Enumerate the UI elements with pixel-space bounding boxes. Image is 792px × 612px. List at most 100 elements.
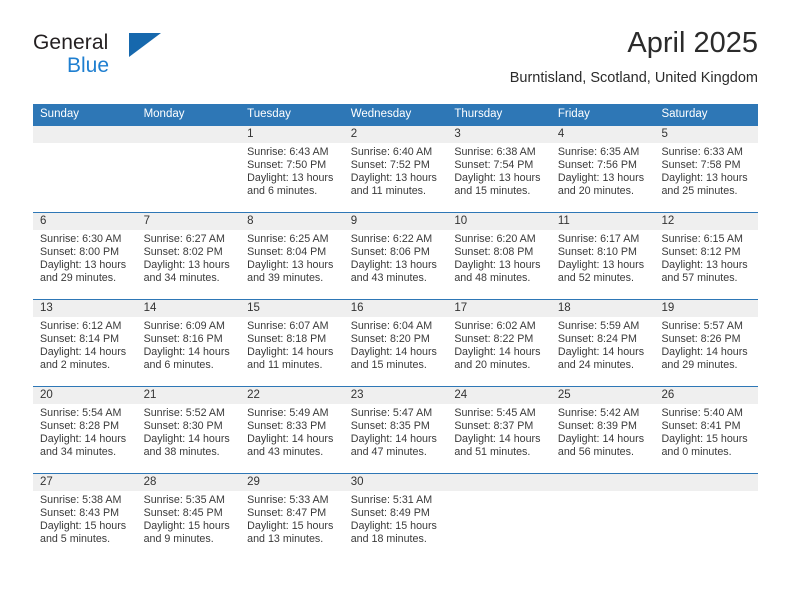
day-cell[interactable]: Sunrise: 6:27 AM Sunset: 8:02 PM Dayligh… bbox=[137, 230, 241, 299]
day-number[interactable]: 22 bbox=[240, 387, 344, 404]
day-cell[interactable]: Sunrise: 5:54 AM Sunset: 8:28 PM Dayligh… bbox=[33, 404, 137, 473]
day-cell[interactable] bbox=[551, 491, 655, 560]
daylight-text-line1: Daylight: 13 hours bbox=[661, 172, 748, 185]
sunset-text: Sunset: 8:14 PM bbox=[40, 333, 120, 346]
calendar-week-row: 1 2 3 4 5 Sunrise: 6:43 AM Sunset: 7:50 … bbox=[33, 125, 758, 212]
daylight-text-line2: and 38 minutes. bbox=[143, 446, 220, 459]
date-number-band: 6 7 8 9 10 11 12 bbox=[33, 213, 758, 230]
day-number[interactable]: 28 bbox=[137, 474, 241, 491]
day-number[interactable]: 25 bbox=[551, 387, 655, 404]
day-number[interactable]: 7 bbox=[137, 213, 241, 230]
day-cell[interactable]: Sunrise: 6:30 AM Sunset: 8:00 PM Dayligh… bbox=[33, 230, 137, 299]
day-cell[interactable]: Sunrise: 6:25 AM Sunset: 8:04 PM Dayligh… bbox=[240, 230, 344, 299]
day-number[interactable]: 2 bbox=[344, 126, 448, 143]
day-cell[interactable]: Sunrise: 6:20 AM Sunset: 8:08 PM Dayligh… bbox=[447, 230, 551, 299]
day-cell[interactable]: Sunrise: 5:52 AM Sunset: 8:30 PM Dayligh… bbox=[137, 404, 241, 473]
day-cell[interactable]: Sunrise: 6:35 AM Sunset: 7:56 PM Dayligh… bbox=[551, 143, 655, 212]
day-number[interactable]: 24 bbox=[447, 387, 551, 404]
general-blue-logo[interactable]: General Blue bbox=[33, 32, 223, 82]
day-number[interactable]: 16 bbox=[344, 300, 448, 317]
day-number[interactable]: 10 bbox=[447, 213, 551, 230]
day-cell[interactable]: Sunrise: 5:45 AM Sunset: 8:37 PM Dayligh… bbox=[447, 404, 551, 473]
day-number[interactable]: 20 bbox=[33, 387, 137, 404]
day-number[interactable] bbox=[33, 126, 137, 143]
day-cell[interactable]: Sunrise: 5:40 AM Sunset: 8:41 PM Dayligh… bbox=[654, 404, 758, 473]
day-cell[interactable]: Sunrise: 6:17 AM Sunset: 8:10 PM Dayligh… bbox=[551, 230, 655, 299]
day-number[interactable]: 13 bbox=[33, 300, 137, 317]
day-cell[interactable]: Sunrise: 6:33 AM Sunset: 7:58 PM Dayligh… bbox=[654, 143, 758, 212]
day-cell[interactable] bbox=[654, 491, 758, 560]
day-cell[interactable]: Sunrise: 6:22 AM Sunset: 8:06 PM Dayligh… bbox=[344, 230, 448, 299]
daylight-text-line1: Daylight: 15 hours bbox=[143, 520, 230, 533]
daylight-text-line1: Daylight: 15 hours bbox=[247, 520, 334, 533]
day-cell[interactable]: Sunrise: 6:43 AM Sunset: 7:50 PM Dayligh… bbox=[240, 143, 344, 212]
day-cell[interactable]: Sunrise: 5:59 AM Sunset: 8:24 PM Dayligh… bbox=[551, 317, 655, 386]
day-number[interactable] bbox=[551, 474, 655, 491]
day-number[interactable]: 30 bbox=[344, 474, 448, 491]
day-cell[interactable] bbox=[33, 143, 137, 212]
daylight-text-line2: and 51 minutes. bbox=[454, 446, 531, 459]
day-number[interactable] bbox=[137, 126, 241, 143]
day-cell[interactable]: Sunrise: 5:49 AM Sunset: 8:33 PM Dayligh… bbox=[240, 404, 344, 473]
day-number[interactable]: 4 bbox=[551, 126, 655, 143]
day-cell[interactable] bbox=[447, 491, 551, 560]
day-number[interactable]: 15 bbox=[240, 300, 344, 317]
day-number[interactable] bbox=[447, 474, 551, 491]
day-number[interactable]: 11 bbox=[551, 213, 655, 230]
sunrise-text: Sunrise: 5:40 AM bbox=[661, 407, 743, 419]
daylight-text-line2: and 15 minutes. bbox=[350, 359, 427, 372]
day-cell[interactable]: Sunrise: 6:12 AM Sunset: 8:14 PM Dayligh… bbox=[33, 317, 137, 386]
day-number[interactable]: 14 bbox=[137, 300, 241, 317]
day-cell[interactable]: Sunrise: 5:42 AM Sunset: 8:39 PM Dayligh… bbox=[551, 404, 655, 473]
location-subtitle: Burntisland, Scotland, United Kingdom bbox=[509, 70, 758, 86]
day-number[interactable]: 3 bbox=[447, 126, 551, 143]
day-number[interactable]: 26 bbox=[654, 387, 758, 404]
daylight-text-line2: and 0 minutes. bbox=[661, 446, 732, 459]
date-number-band: 1 2 3 4 5 bbox=[33, 126, 758, 143]
day-number[interactable]: 9 bbox=[344, 213, 448, 230]
daylight-text-line1: Daylight: 14 hours bbox=[350, 433, 437, 446]
day-cell[interactable]: Sunrise: 6:04 AM Sunset: 8:20 PM Dayligh… bbox=[344, 317, 448, 386]
sunrise-text: Sunrise: 5:31 AM bbox=[350, 494, 433, 506]
day-cell[interactable]: Sunrise: 5:47 AM Sunset: 8:35 PM Dayligh… bbox=[344, 404, 448, 473]
sunset-text: Sunset: 8:08 PM bbox=[454, 246, 534, 259]
daylight-text-line1: Daylight: 13 hours bbox=[247, 259, 334, 272]
sunset-text: Sunset: 8:26 PM bbox=[661, 333, 741, 346]
day-number[interactable] bbox=[654, 474, 758, 491]
day-cell[interactable]: Sunrise: 5:35 AM Sunset: 8:45 PM Dayligh… bbox=[137, 491, 241, 560]
day-cell[interactable]: Sunrise: 5:57 AM Sunset: 8:26 PM Dayligh… bbox=[654, 317, 758, 386]
day-number[interactable]: 18 bbox=[551, 300, 655, 317]
day-number[interactable]: 17 bbox=[447, 300, 551, 317]
day-number[interactable]: 27 bbox=[33, 474, 137, 491]
day-cell[interactable]: Sunrise: 6:38 AM Sunset: 7:54 PM Dayligh… bbox=[447, 143, 551, 212]
sunset-text: Sunset: 8:43 PM bbox=[40, 507, 120, 520]
day-cell[interactable]: Sunrise: 6:07 AM Sunset: 8:18 PM Dayligh… bbox=[240, 317, 344, 386]
day-cell[interactable]: Sunrise: 6:09 AM Sunset: 8:16 PM Dayligh… bbox=[137, 317, 241, 386]
day-number[interactable]: 21 bbox=[137, 387, 241, 404]
day-number[interactable]: 12 bbox=[654, 213, 758, 230]
day-cell[interactable]: Sunrise: 5:33 AM Sunset: 8:47 PM Dayligh… bbox=[240, 491, 344, 560]
day-number[interactable]: 23 bbox=[344, 387, 448, 404]
sunset-text: Sunset: 8:02 PM bbox=[143, 246, 223, 259]
sunrise-text: Sunrise: 6:43 AM bbox=[247, 146, 329, 158]
day-cell[interactable]: Sunrise: 6:40 AM Sunset: 7:52 PM Dayligh… bbox=[344, 143, 448, 212]
day-cell[interactable]: Sunrise: 5:31 AM Sunset: 8:49 PM Dayligh… bbox=[344, 491, 448, 560]
day-number[interactable]: 29 bbox=[240, 474, 344, 491]
day-number[interactable]: 5 bbox=[654, 126, 758, 143]
day-cell[interactable]: Sunrise: 6:15 AM Sunset: 8:12 PM Dayligh… bbox=[654, 230, 758, 299]
day-cell[interactable] bbox=[137, 143, 241, 212]
daylight-text-line1: Daylight: 14 hours bbox=[454, 346, 541, 359]
day-cell[interactable]: Sunrise: 5:38 AM Sunset: 8:43 PM Dayligh… bbox=[33, 491, 137, 560]
daylight-text-line1: Daylight: 13 hours bbox=[247, 172, 334, 185]
day-number[interactable]: 6 bbox=[33, 213, 137, 230]
sunset-text: Sunset: 7:56 PM bbox=[557, 159, 637, 172]
daylight-text-line2: and 6 minutes. bbox=[143, 359, 214, 372]
day-number[interactable]: 19 bbox=[654, 300, 758, 317]
sunrise-text: Sunrise: 6:38 AM bbox=[454, 146, 536, 158]
day-cell[interactable]: Sunrise: 6:02 AM Sunset: 8:22 PM Dayligh… bbox=[447, 317, 551, 386]
daylight-text-line2: and 2 minutes. bbox=[40, 359, 111, 372]
sunset-text: Sunset: 8:39 PM bbox=[557, 420, 637, 433]
day-number[interactable]: 8 bbox=[240, 213, 344, 230]
sunrise-text: Sunrise: 6:30 AM bbox=[40, 233, 122, 245]
day-number[interactable]: 1 bbox=[240, 126, 344, 143]
